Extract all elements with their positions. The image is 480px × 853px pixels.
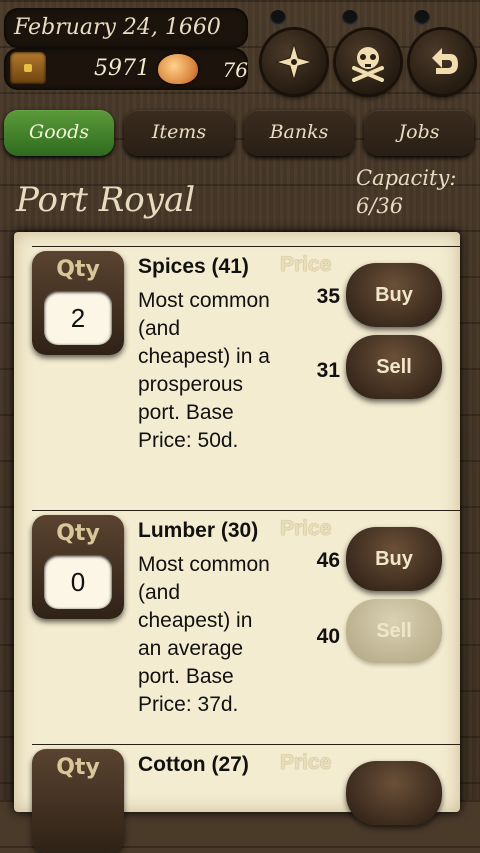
- list-item: Qty 0 Lumber (30) Price Most common (and…: [32, 510, 460, 745]
- good-description: Most common (and cheapest) in an average…: [138, 553, 270, 716]
- resources-panel: 5971 76: [4, 48, 248, 90]
- buy-button[interactable]: Buy: [346, 527, 442, 591]
- list-item: Qty 2 Spices (41) Price Most common (and…: [32, 246, 460, 511]
- good-title: Lumber (30): [138, 519, 259, 542]
- capacity-value: 6/36: [356, 194, 404, 218]
- list-item: Qty Cotton (27) Price: [32, 744, 460, 853]
- sell-button[interactable]: Sell: [346, 335, 442, 399]
- capacity-label: Capacity:: [356, 166, 457, 190]
- buy-price: 35: [316, 285, 340, 308]
- sell-button[interactable]: Sell: [346, 599, 442, 663]
- port-name: Port Royal: [16, 180, 196, 220]
- compass-button[interactable]: [262, 30, 326, 94]
- qty-value[interactable]: 2: [44, 291, 112, 345]
- quantity-stepper[interactable]: Qty 2: [32, 251, 124, 355]
- good-title: Spices (41): [138, 255, 249, 278]
- price-label: Price: [280, 253, 332, 276]
- gold-amount: 5971: [94, 56, 150, 81]
- good-description: Most common (and cheapest) in a prospero…: [138, 289, 270, 452]
- price-label: Price: [280, 751, 332, 774]
- rivet-icon: [270, 10, 286, 26]
- tab-items[interactable]: Items: [124, 110, 234, 156]
- treasure-chest-icon: [10, 52, 46, 84]
- game-date: February 24, 1660: [4, 8, 248, 48]
- qty-label: Qty: [56, 257, 100, 282]
- price-label: Price: [280, 517, 332, 540]
- back-arrow-icon: [432, 48, 458, 74]
- buy-price: 46: [316, 549, 340, 572]
- qty-value[interactable]: 0: [44, 555, 112, 609]
- compass-icon: [274, 42, 314, 82]
- back-button[interactable]: [410, 30, 474, 94]
- cargo-capacity: Capacity: 6/36: [356, 164, 456, 220]
- buy-button[interactable]: [346, 761, 442, 825]
- sell-price: 31: [316, 359, 340, 382]
- sell-price: 40: [316, 625, 340, 648]
- tab-jobs[interactable]: Jobs: [364, 110, 474, 156]
- rivet-icon: [342, 10, 358, 26]
- good-title: Cotton (27): [138, 753, 249, 776]
- quantity-stepper[interactable]: Qty 0: [32, 515, 124, 619]
- skull-crossbones-icon: [352, 47, 384, 82]
- qty-label: Qty: [56, 755, 100, 780]
- bread-icon: [158, 54, 198, 84]
- goods-list[interactable]: Qty 2 Spices (41) Price Most common (and…: [14, 232, 460, 853]
- rivet-icon: [414, 10, 430, 26]
- qty-label: Qty: [56, 521, 100, 546]
- food-amount: 76: [222, 58, 248, 82]
- pirate-button[interactable]: [336, 30, 400, 94]
- quantity-stepper[interactable]: Qty: [32, 749, 124, 853]
- tab-goods[interactable]: Goods: [4, 110, 114, 156]
- tab-banks[interactable]: Banks: [244, 110, 354, 156]
- buy-button[interactable]: Buy: [346, 263, 442, 327]
